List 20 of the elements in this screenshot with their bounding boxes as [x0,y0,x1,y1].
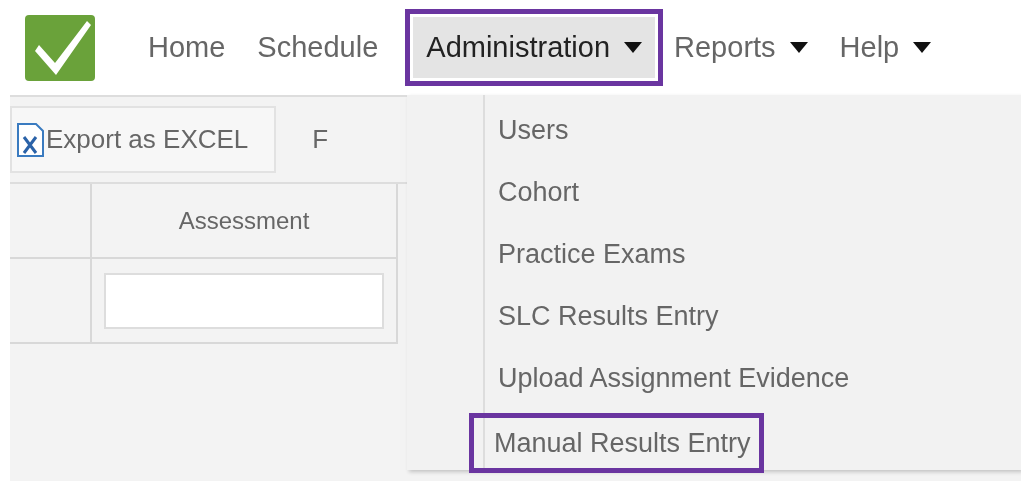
filter-field[interactable] [104,272,384,329]
nav-menu-item[interactable]: Help [834,16,937,79]
excel-file-icon [16,122,44,157]
toolbar-label: F [312,123,329,156]
nav-menu-item[interactable]: Administration [405,8,664,87]
menu-item[interactable]: Upload Assignment Evidence [485,347,863,409]
nav-menu-item[interactable]: Reports [669,16,813,79]
menu-item[interactable]: Practice Exams [485,223,699,285]
menu-item[interactable]: Users [485,99,582,161]
logo-icon [25,14,95,81]
nav-menu-item[interactable]: Home [143,16,231,79]
menu-item[interactable]: Cohort [485,161,593,223]
caret-icon [789,41,808,54]
caret-icon [913,41,932,54]
menu-item[interactable]: Manual Results Entry [469,413,764,473]
nav-menu-item[interactable]: Schedule [252,16,384,79]
column-header: Assessment [92,184,398,259]
menu-item[interactable]: SLC Results Entry [485,285,732,347]
caret-icon [624,41,643,54]
export-button[interactable]: Export as EXCEL [10,106,277,173]
